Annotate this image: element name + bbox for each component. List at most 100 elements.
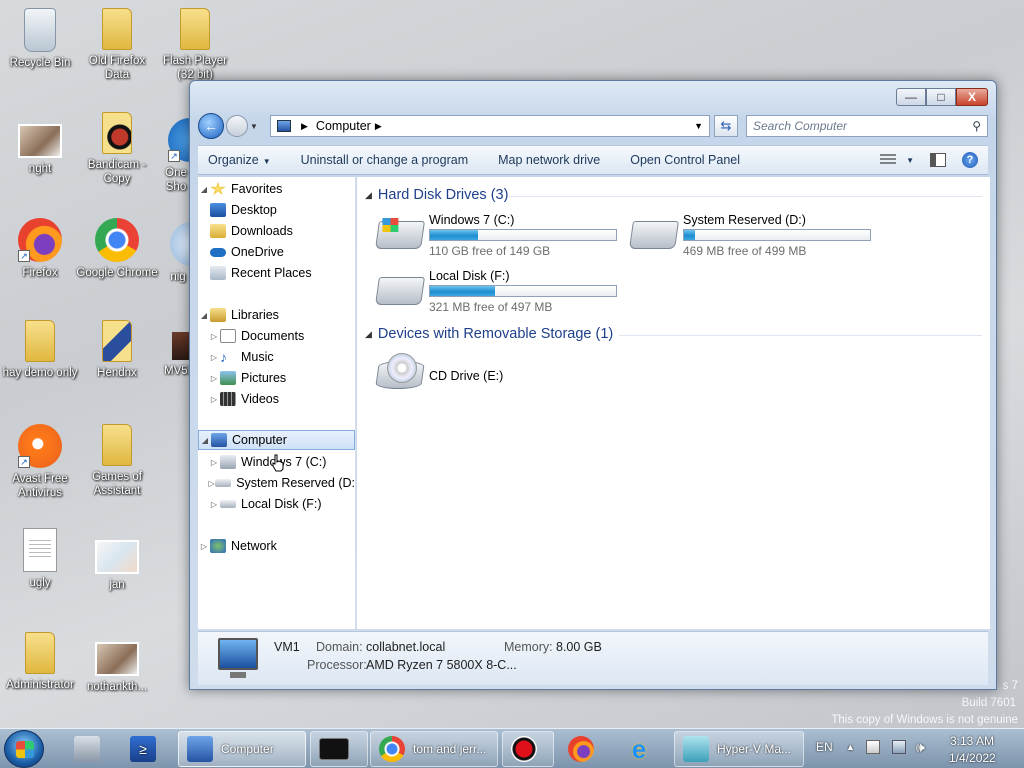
taskbar-pinned-internet-explorer[interactable]: e	[618, 731, 670, 767]
breadcrumb-separator-icon[interactable]: ▶	[375, 121, 382, 132]
desktop-icon-mv5b[interactable]: MV5B	[148, 332, 190, 378]
clock-date[interactable]: 1/4/2022	[949, 751, 996, 765]
collapse-arrow-icon[interactable]: ◢	[198, 185, 210, 194]
folder-icon	[102, 8, 132, 50]
desktop-icon-nothankth[interactable]: nothankth...	[76, 636, 158, 694]
image-file-icon	[95, 642, 139, 676]
nav-libraries[interactable]: ◢ Libraries	[198, 305, 355, 325]
taskbar-pinned-firefox[interactable]	[560, 731, 612, 767]
desktop-icon-recycle-bin[interactable]: Recycle Bin	[0, 8, 81, 70]
desktop-icon-administrator[interactable]: Administrator	[0, 632, 81, 692]
start-button[interactable]	[4, 730, 44, 768]
desktop-icon-flash-player[interactable]: Flash Player (32 bit)	[154, 8, 236, 82]
folder-icon	[102, 112, 132, 154]
change-view-button[interactable]: ▼	[880, 154, 914, 166]
nav-desktop[interactable]: Desktop	[198, 200, 355, 220]
taskbar-command-prompt[interactable]	[310, 731, 368, 767]
clock-time[interactable]: 3:13 AM	[950, 734, 994, 748]
expand-arrow-icon[interactable]: ▷	[198, 542, 210, 551]
expand-arrow-icon[interactable]: ▷	[208, 353, 220, 362]
minimize-button[interactable]: —	[896, 88, 926, 106]
preview-pane-button[interactable]	[930, 153, 946, 167]
close-button[interactable]: X	[956, 88, 988, 106]
nav-favorites[interactable]: ◢ Favorites	[198, 179, 355, 199]
nav-videos[interactable]: ▷ Videos	[198, 389, 355, 409]
drive-item-d[interactable]: System Reserved (D:) 469 MB free of 499 …	[629, 213, 881, 258]
help-button[interactable]: ?	[962, 152, 978, 168]
desktop-icon-hendnx[interactable]: Hendnx	[76, 320, 158, 380]
network-status-icon[interactable]	[892, 740, 906, 754]
nav-recent-places[interactable]: Recent Places	[198, 263, 355, 283]
nav-computer[interactable]: ◢ Computer	[198, 430, 355, 450]
show-hidden-icons-button[interactable]: ▲	[846, 742, 855, 752]
group-header-removable-storage[interactable]: ◢ Devices with Removable Storage (1)	[365, 326, 613, 342]
recent-places-icon	[210, 266, 226, 280]
nav-onedrive[interactable]: OneDrive	[198, 242, 355, 262]
maximize-button[interactable]: □	[926, 88, 956, 106]
desktop-icon-avast[interactable]: ↗ Avast Free Antivirus	[0, 424, 81, 500]
drive-item-c[interactable]: Windows 7 (C:) 110 GB free of 149 GB	[375, 213, 627, 258]
group-header-hard-disk-drives[interactable]: ◢ Hard Disk Drives (3)	[365, 187, 508, 203]
search-input[interactable]	[753, 119, 953, 133]
address-bar[interactable]: ▶ Computer ▶ ▼	[270, 115, 710, 137]
back-button[interactable]: ←	[198, 113, 224, 139]
desktop-icon-onedrive-shortcut[interactable]: ↗ One Sho	[140, 118, 190, 194]
breadcrumb-separator-icon[interactable]: ▶	[301, 121, 308, 132]
firefox-icon: ↗	[18, 218, 62, 262]
nav-music[interactable]: ▷ ♪ Music	[198, 347, 355, 367]
collapse-arrow-icon[interactable]: ◢	[199, 436, 211, 445]
windows-drive-icon	[220, 455, 236, 469]
desktop-icon-jan[interactable]: jan	[76, 534, 158, 592]
taskbar-pinned-server-manager[interactable]	[66, 731, 110, 767]
drive-item-cd-e[interactable]: CD Drive (E:)	[375, 353, 577, 397]
desktop-icon-hay-demo-only[interactable]: hay demo only	[0, 320, 81, 380]
recent-pages-dropdown[interactable]: ▼	[250, 122, 260, 131]
explorer-window[interactable]: — □ X ← ▼ ▶ Computer ▶ ▼ ⇆ ⚲ Organize▼ U…	[189, 80, 997, 690]
forward-button[interactable]	[226, 115, 248, 137]
refresh-button[interactable]: ⇆	[714, 115, 738, 137]
taskbar-recorder[interactable]	[502, 731, 554, 767]
collapse-arrow-icon[interactable]: ◢	[198, 311, 210, 320]
breadcrumb-computer[interactable]: Computer	[316, 119, 371, 133]
nav-drive-f[interactable]: ▷ Local Disk (F:)	[198, 494, 355, 514]
desktop-icon-label: ugly	[29, 577, 51, 589]
desktop-icon-firefox[interactable]: ↗ Firefox	[0, 218, 81, 280]
taskbar-explorer-computer[interactable]: Computer	[178, 731, 306, 767]
action-center-icon[interactable]	[866, 740, 880, 754]
desktop-icon-nig[interactable]: nig	[140, 222, 190, 284]
desktop-icon-old-firefox-data[interactable]: Old Firefox Data	[76, 8, 158, 82]
cd-disc-icon	[387, 353, 417, 383]
taskbar-pinned-powershell[interactable]: ≥	[122, 731, 166, 767]
chevron-down-icon: ▼	[262, 157, 271, 166]
expand-arrow-icon[interactable]: ▷	[208, 332, 220, 341]
nav-network[interactable]: ▷ Network	[198, 536, 355, 556]
organize-button[interactable]: Organize ▼	[208, 153, 271, 167]
expand-arrow-icon[interactable]: ▷	[208, 500, 220, 509]
search-icon[interactable]: ⚲	[972, 119, 981, 133]
nav-documents[interactable]: ▷ Documents	[198, 326, 355, 346]
collapse-group-icon: ◢	[365, 189, 372, 200]
language-indicator[interactable]: EN	[816, 740, 833, 754]
expand-arrow-icon[interactable]: ▷	[208, 458, 220, 467]
taskbar-chrome-window[interactable]: tom and jerr...	[370, 731, 498, 767]
nav-drive-d[interactable]: ▷ System Reserved (D:	[198, 473, 355, 493]
nav-pictures[interactable]: ▷ Pictures	[198, 368, 355, 388]
nav-downloads[interactable]: Downloads	[198, 221, 355, 241]
map-network-drive-button[interactable]: Map network drive	[498, 153, 600, 167]
desktop-icon-games-of-assistant[interactable]: Games of Assistant	[76, 424, 158, 498]
navigation-pane[interactable]: ◢ Favorites Desktop Downloads OneDrive R…	[198, 177, 356, 629]
expand-arrow-icon[interactable]: ▷	[208, 479, 215, 488]
open-control-panel-button[interactable]: Open Control Panel	[630, 153, 740, 167]
network-icon	[210, 539, 226, 553]
volume-icon[interactable]: 🕪	[916, 739, 925, 756]
desktop-icon-nght[interactable]: nght	[0, 118, 81, 176]
desktop-icon-ugly[interactable]: ugly	[0, 528, 81, 590]
expand-arrow-icon[interactable]: ▷	[208, 374, 220, 383]
uninstall-program-button[interactable]: Uninstall or change a program	[301, 153, 468, 167]
content-pane[interactable]: ◢ Hard Disk Drives (3) Windows 7 (C:) 11…	[357, 177, 990, 629]
drive-item-f[interactable]: Local Disk (F:) 321 MB free of 497 MB	[375, 269, 627, 314]
expand-arrow-icon[interactable]: ▷	[208, 395, 220, 404]
address-dropdown-icon[interactable]: ▼	[694, 121, 703, 131]
search-box[interactable]: ⚲	[746, 115, 988, 137]
taskbar-hyper-v-manager[interactable]: Hyper-V Ma...	[674, 731, 804, 767]
